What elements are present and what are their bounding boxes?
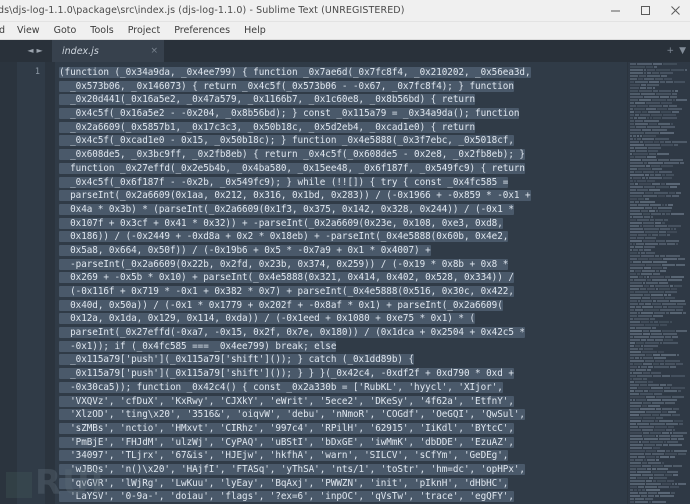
code-line: 0x4a * 0x3b) * (parseInt(_0x2a6609(0x1f3… [59,203,627,217]
tab-bar: ◄ ► index.js × + ▼ [0,40,690,62]
code-line: -0x1)); if (_0x4fc585 === _0x4ee799) bre… [59,340,627,354]
code-line: 0x5a8, 0x664, 0x50f)) / (-0x19b6 + 0x5 *… [59,244,627,258]
code-line: _0x573b06, _0x146073) { return _0x4c5f(_… [59,80,627,94]
menu-help[interactable]: Help [237,25,273,36]
code-line-text: 0x5a8, 0x664, 0x50f)) / (-0x19b6 + 0x5 *… [59,244,431,256]
code-line: 'LaYSV', '0-9a-', 'doiau', 'flags', '?ex… [59,490,627,504]
code-line: 'qvGVR', 'lWjRg', 'LwKuu', 'lyEay', 'BqA… [59,477,627,491]
code-line-text: _0x4c5f(_0x16a5e2 - -0x204, _0x8b56bd); … [59,108,520,120]
sublime-text-window: ds\djs-log-1.1.0\package\src\index.js (d… [0,0,690,504]
tab-label: index.js [62,45,99,57]
code-line-text: (-0x116f + 0x719 * -0x1 + 0x382 * 0x7) +… [59,286,514,297]
code-line: 'VXQVz', 'cfDuX', 'KxRwy', 'CJXkY', 'eWr… [59,395,627,409]
code-line: 0x107f + 0x3cf + 0x41 * 0x32)) + -parseI… [59,217,627,231]
window-controls [600,0,690,21]
code-line-text: function _0x27effd(_0x2e5b4b, _0x4ba580,… [59,162,525,174]
code-line-text: _0x573b06, _0x146073) { return _0x4c5f(_… [59,80,514,92]
code-line: parseInt(_0x2a6609(0x1aa, 0x212, 0x316, … [59,189,627,203]
tab-prev-arrow[interactable]: ◄ [27,47,33,55]
menu-bar: d View Goto Tools Project Preferences He… [0,22,690,40]
code-line: 'wJBQs', 'n()\x20', 'HAjfI', 'FTASq', 'y… [59,463,627,477]
line-number: 1 [34,67,40,77]
code-line-text: _0x115a79['push'](_0x115a79['shift']());… [59,368,514,380]
code-line: function _0x27effd(_0x2e5b4b, _0x4ba580,… [59,162,627,176]
code-line: _0x4c5f(_0x6f187f - -0x2b, _0x549fc9); }… [59,176,627,190]
code-line-text: -parseInt(_0x2a6609(0x22b, 0x2fd, 0x23b,… [59,258,509,270]
menu-tools[interactable]: Tools [83,25,120,36]
code-line: parseInt(_0x27effd(-0xa7, -0x15, 0x2f, 0… [59,326,627,340]
code-line-text: -0x1)); if (_0x4fc585 === _0x4ee799) bre… [59,340,337,352]
code-line-text: 0x269 + -0x5b * 0x10) + parseInt(_0x4e58… [59,272,514,284]
code-line-text: (function (_0x34a9da, _0x4ee799) { funct… [59,67,531,78]
code-line-text: 'VXQVz', 'cfDuX', 'KxRwy', 'CJXkY', 'eWr… [59,395,514,407]
code-line: 0x186)) / (-0x2449 + -0xd8a + 0x2 * 0x18… [59,230,627,244]
code-line-text: -0x30ca5)); function _0x42c4() { const _… [59,381,503,393]
code-line-text: 0x4a * 0x3b) * (parseInt(_0x2a6609(0x1f3… [59,203,514,215]
code-line: (function (_0x34a9da, _0x4ee799) { funct… [59,66,627,80]
code-line: _0x20d441(_0x16a5e2, _0x47a579, _0x1166b… [59,93,627,107]
code-line: 'XlzOD', 'ting\x20', '3516&', 'oiqvW', '… [59,408,627,422]
menu-find-clipped[interactable]: d [0,25,10,36]
tabbar-left-pad [0,40,18,62]
line-number-column: 1 [17,62,45,504]
menu-project[interactable]: Project [121,25,168,36]
editor-left-gutter [0,62,17,504]
code-line: (-0x116f + 0x719 * -0x1 + 0x382 * 0x7) +… [59,285,627,299]
code-line-text: '34097', 'TLjrx', '67&is', 'HJEjw', 'hkf… [59,450,509,462]
menu-goto[interactable]: Goto [47,25,84,36]
code-line-text: _0x4c5f(_0xcad1e0 - 0x15, _0x50b18c); } … [59,135,514,147]
code-line-text: 'sZMBs', 'nctio', 'HMxvt', 'CIRhz', '997… [59,422,514,434]
code-line-text: 'wJBQs', 'n()\x20', 'HAjfI', 'FTASq', 'y… [59,463,525,475]
code-line-text: 'LaYSV', '0-9a-', 'doiau', 'flags', '?ex… [59,491,514,503]
code-line: _0x608de5, _0x3bc9ff, _0x2fb8eb) { retur… [59,148,627,162]
code-line-text: parseInt(_0x27effd(-0xa7, -0x15, 0x2f, 0… [59,327,525,339]
menu-view[interactable]: View [10,25,47,36]
close-icon[interactable]: × [144,46,158,56]
maximize-icon[interactable] [630,0,660,21]
code-line-text: 0x186)) / (-0x2449 + -0xd8a + 0x2 * 0x18… [59,231,509,243]
chevron-down-icon[interactable]: ▼ [679,46,686,56]
code-line-text: _0x4c5f(_0x6f187f - -0x2b, _0x549fc9); }… [59,176,509,188]
code-content[interactable]: (function (_0x34a9da, _0x4ee799) { funct… [55,62,627,504]
tab-bar-actions: + ▼ [667,40,686,62]
minimap[interactable] [627,62,690,504]
tab-next-arrow[interactable]: ► [37,47,43,55]
menu-preferences[interactable]: Preferences [167,25,237,36]
code-line: _0x115a79['push'](_0x115a79['shift']());… [59,353,627,367]
tab-nav-arrows[interactable]: ◄ ► [18,40,52,62]
code-line: 0x269 + -0x5b * 0x10) + parseInt(_0x4e58… [59,271,627,285]
code-line: 0x40d, 0x50a)) / (-0x1 * 0x1779 + 0x202f… [59,299,627,313]
window-title: ds\djs-log-1.1.0\package\src\index.js (d… [0,5,405,16]
code-line-text: _0x608de5, _0x3bc9ff, _0x2fb8eb) { retur… [59,149,525,161]
code-line: 'PmBjE', 'FHJdM', 'ulzWj', 'CyPAQ', 'uBS… [59,436,627,450]
tab-index-js[interactable]: index.js × [52,40,164,62]
code-line: 'sZMBs', 'nctio', 'HMxvt', 'CIRhz', '997… [59,422,627,436]
code-line: -0x30ca5)); function _0x42c4() { const _… [59,381,627,395]
code-line-text: 'XlzOD', 'ting\x20', '3516&', 'oiqvW', '… [59,409,525,421]
code-line: -parseInt(_0x2a6609(0x22b, 0x2fd, 0x23b,… [59,258,627,272]
code-line-text: _0x115a79['push'](_0x115a79['shift']());… [59,354,415,366]
code-line-text: 'PmBjE', 'FHJdM', 'ulzWj', 'CyPAQ', 'uBS… [59,436,514,448]
close-icon[interactable] [660,0,690,21]
code-line: _0x4c5f(_0xcad1e0 - 0x15, _0x50b18c); } … [59,134,627,148]
tabbar-empty-area [164,40,690,62]
code-line-text: 0x12a, 0x1da, 0x129, 0x114, 0xda)) / (-0… [59,313,476,325]
code-line-text: _0x20d441(_0x16a5e2, _0x47a579, _0x1166b… [59,94,476,106]
title-bar: ds\djs-log-1.1.0\package\src\index.js (d… [0,0,690,22]
code-line-text: 0x40d, 0x50a)) / (-0x1 * 0x1779 + 0x202f… [59,299,503,311]
new-tab-icon[interactable]: + [667,46,675,56]
code-line-text: 'qvGVR', 'lWjRg', 'LwKuu', 'lyEay', 'BqA… [59,477,509,489]
code-line: '34097', 'TLjrx', '67&is', 'HJEjw', 'hkf… [59,449,627,463]
code-line: _0x4c5f(_0x16a5e2 - -0x204, _0x8b56bd); … [59,107,627,121]
code-line: _0x2a6609(_0x5857b1, _0x17c3c3, _0x50b18… [59,121,627,135]
code-line: 0x12a, 0x1da, 0x129, 0x114, 0xda)) / (-0… [59,312,627,326]
minimize-icon[interactable] [600,0,630,21]
code-line: _0x115a79['push'](_0x115a79['shift']());… [59,367,627,381]
editor-area[interactable]: 1 (function (_0x34a9da, _0x4ee799) { fun… [0,62,690,504]
code-line-text: _0x2a6609(_0x5857b1, _0x17c3c3, _0x50b18… [59,121,476,133]
code-line-text: 0x107f + 0x3cf + 0x41 * 0x32)) + -parseI… [59,217,503,229]
code-line-text: parseInt(_0x2a6609(0x1aa, 0x212, 0x316, … [59,190,531,202]
code-fold-column[interactable] [45,62,55,504]
